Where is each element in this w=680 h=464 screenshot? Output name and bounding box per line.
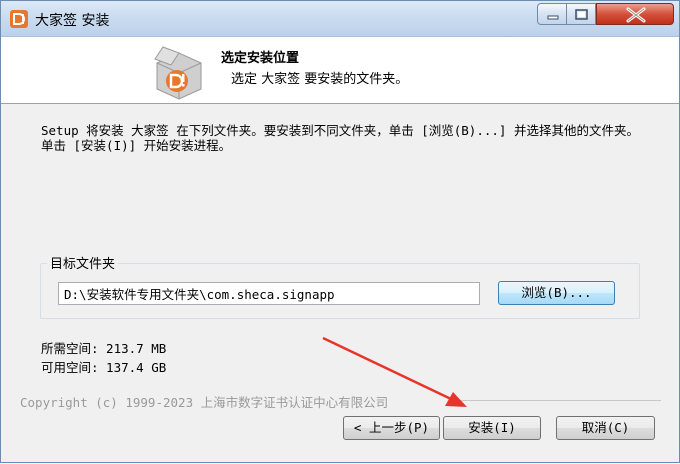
close-button[interactable] (596, 3, 674, 25)
install-button[interactable]: 安装(I) (443, 416, 541, 440)
browse-button[interactable]: 浏览(B)... (498, 281, 615, 305)
maximize-button[interactable] (567, 3, 596, 25)
maximize-icon (575, 9, 588, 20)
space-available: 可用空间: 137.4 GB (41, 360, 167, 375)
header-title: 选定安装位置 (221, 51, 300, 66)
installer-window: 大家签 安装 选定安装位置 选定 大家签 要安装的文件夹。 Setup 将安装 … (0, 0, 680, 463)
install-description: Setup 将安装 大家签 在下列文件夹。要安装到不同文件夹，单击 [浏览(B)… (41, 123, 639, 153)
footer-divider (449, 400, 661, 401)
target-folder-label: 目标文件夹 (47, 253, 119, 272)
window-title: 大家签 安装 (35, 13, 110, 29)
header-panel: 选定安装位置 选定 大家签 要安装的文件夹。 (1, 37, 679, 104)
minimize-icon (547, 15, 559, 20)
title-bar[interactable]: 大家签 安装 (1, 1, 679, 37)
header-subtitle: 选定 大家签 要安装的文件夹。 (231, 72, 409, 87)
space-required: 所需空间: 213.7 MB (41, 341, 167, 356)
cancel-button[interactable]: 取消(C) (556, 416, 655, 440)
minimize-button[interactable] (537, 3, 567, 25)
copyright-text: Copyright (c) 1999-2023 上海市数字证书认证中心有限公司 (20, 395, 389, 410)
app-logo-icon (10, 10, 28, 28)
close-icon (626, 7, 646, 23)
target-path-input[interactable] (58, 282, 480, 305)
package-icon (154, 46, 202, 100)
back-button[interactable]: < 上一步(P) (343, 416, 440, 440)
